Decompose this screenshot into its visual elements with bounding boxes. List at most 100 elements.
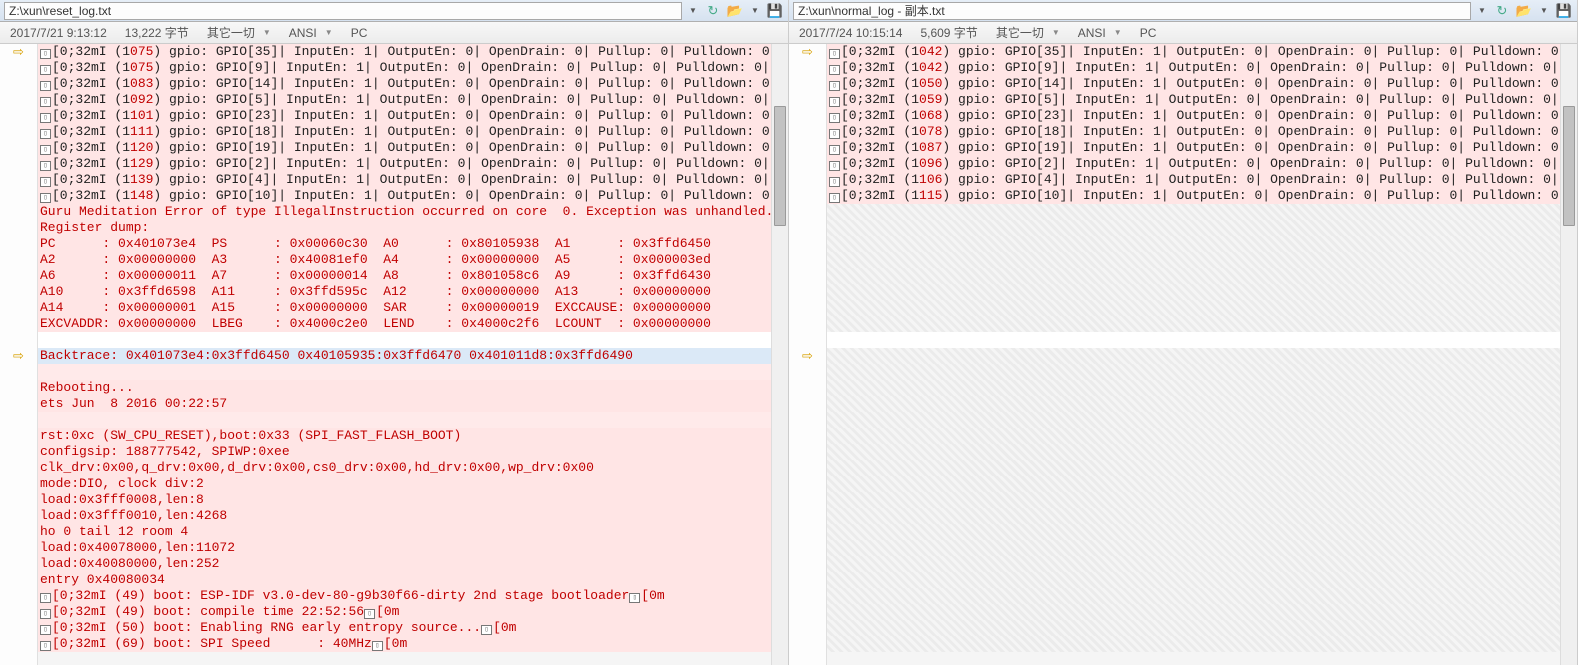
text-line[interactable]: A14 : 0x00000001 A15 : 0x00000000 SAR : … — [38, 300, 771, 316]
refresh-icon[interactable]: ↻ — [1493, 2, 1511, 20]
text-line[interactable] — [827, 396, 1560, 412]
text-line[interactable] — [38, 412, 771, 428]
text-line[interactable] — [827, 428, 1560, 444]
text-line[interactable]: ▯[0;32mI (1111) gpio: GPIO[18]| InputEn:… — [38, 124, 771, 140]
text-line[interactable]: EXCVADDR: 0x00000000 LBEG : 0x4000c2e0 L… — [38, 316, 771, 332]
text-line[interactable]: ets Jun 8 2016 00:22:57 — [38, 396, 771, 412]
text-line[interactable] — [827, 284, 1560, 300]
text-line[interactable]: load:0x40078000,len:11072 — [38, 540, 771, 556]
text-line[interactable]: ▯[0;32mI (1083) gpio: GPIO[14]| InputEn:… — [38, 76, 771, 92]
right-filepath[interactable]: Z:\xun\normal_log - 副本.txt — [793, 2, 1471, 20]
left-text-area[interactable]: ▯[0;32mI (1075) gpio: GPIO[35]| InputEn:… — [38, 44, 771, 665]
text-line[interactable] — [38, 364, 771, 380]
text-line[interactable]: ▯[0;32mI (1148) gpio: GPIO[10]| InputEn:… — [38, 188, 771, 204]
text-line[interactable] — [827, 636, 1560, 652]
chevron-down-icon[interactable]: ▼ — [1052, 28, 1060, 37]
dropdown-icon[interactable]: ▼ — [686, 2, 700, 20]
text-line[interactable] — [827, 460, 1560, 476]
text-line[interactable] — [827, 348, 1560, 364]
text-line[interactable] — [38, 332, 771, 348]
text-line[interactable]: Guru Meditation Error of type IllegalIns… — [38, 204, 771, 220]
text-line[interactable]: configsip: 188777542, SPIWP:0xee — [38, 444, 771, 460]
text-line[interactable] — [827, 556, 1560, 572]
text-line[interactable] — [827, 508, 1560, 524]
text-line[interactable]: ▯[0;32mI (50) boot: Enabling RNG early e… — [38, 620, 771, 636]
text-line[interactable] — [827, 540, 1560, 556]
text-line[interactable] — [827, 220, 1560, 236]
text-line[interactable]: ▯[0;32mI (1101) gpio: GPIO[23]| InputEn:… — [38, 108, 771, 124]
text-line[interactable] — [827, 300, 1560, 316]
text-line[interactable]: ▯[0;32mI (1075) gpio: GPIO[35]| InputEn:… — [38, 44, 771, 60]
text-line[interactable]: ▯[0;32mI (69) boot: SPI Speed : 40MHz▯[0… — [38, 636, 771, 652]
folder-open-icon[interactable]: 📂 — [726, 2, 744, 20]
scrollbar-thumb[interactable] — [1563, 106, 1575, 226]
text-line[interactable]: ▯[0;32mI (1078) gpio: GPIO[18]| InputEn:… — [827, 124, 1560, 140]
text-line[interactable]: A2 : 0x00000000 A3 : 0x40081ef0 A4 : 0x0… — [38, 252, 771, 268]
text-line[interactable] — [827, 364, 1560, 380]
text-line[interactable]: Rebooting... — [38, 380, 771, 396]
left-encoding[interactable]: ANSI — [289, 26, 317, 40]
text-line[interactable]: ▯[0;32mI (1120) gpio: GPIO[19]| InputEn:… — [38, 140, 771, 156]
dropdown-icon[interactable]: ▼ — [1475, 2, 1489, 20]
text-line[interactable]: ▯[0;32mI (49) boot: ESP-IDF v3.0-dev-80-… — [38, 588, 771, 604]
right-text-area[interactable]: ▯[0;32mI (1042) gpio: GPIO[35]| InputEn:… — [827, 44, 1560, 665]
right-menu[interactable]: 其它一切 — [996, 24, 1044, 41]
text-line[interactable] — [827, 236, 1560, 252]
text-line[interactable] — [827, 572, 1560, 588]
text-line[interactable] — [827, 492, 1560, 508]
save-icon[interactable]: 💾 — [1555, 2, 1573, 20]
text-line[interactable] — [827, 316, 1560, 332]
folder-open-icon[interactable]: 📂 — [1515, 2, 1533, 20]
text-line[interactable]: clk_drv:0x00,q_drv:0x00,d_drv:0x00,cs0_d… — [38, 460, 771, 476]
text-line[interactable]: mode:DIO, clock div:2 — [38, 476, 771, 492]
text-line[interactable]: ▯[0;32mI (1106) gpio: GPIO[4]| InputEn: … — [827, 172, 1560, 188]
refresh-icon[interactable]: ↻ — [704, 2, 722, 20]
left-filepath[interactable]: Z:\xun\reset_log.txt — [4, 2, 682, 20]
text-line[interactable]: ▯[0;32mI (1115) gpio: GPIO[10]| InputEn:… — [827, 188, 1560, 204]
text-line[interactable] — [827, 604, 1560, 620]
text-line[interactable]: ▯[0;32mI (1139) gpio: GPIO[4]| InputEn: … — [38, 172, 771, 188]
dropdown-icon[interactable]: ▼ — [748, 2, 762, 20]
text-line[interactable] — [827, 620, 1560, 636]
text-line[interactable]: ▯[0;32mI (1087) gpio: GPIO[19]| InputEn:… — [827, 140, 1560, 156]
text-line[interactable]: PC : 0x401073e4 PS : 0x00060c30 A0 : 0x8… — [38, 236, 771, 252]
text-line[interactable]: A6 : 0x00000011 A7 : 0x00000014 A8 : 0x8… — [38, 268, 771, 284]
text-line[interactable] — [827, 412, 1560, 428]
dropdown-icon[interactable]: ▼ — [1537, 2, 1551, 20]
text-line[interactable] — [827, 476, 1560, 492]
text-line[interactable] — [827, 252, 1560, 268]
text-line[interactable]: ▯[0;32mI (1129) gpio: GPIO[2]| InputEn: … — [38, 156, 771, 172]
text-line[interactable] — [827, 444, 1560, 460]
text-line[interactable] — [827, 204, 1560, 220]
text-line[interactable]: load:0x3fff0010,len:4268 — [38, 508, 771, 524]
text-line[interactable]: ▯[0;32mI (1068) gpio: GPIO[23]| InputEn:… — [827, 108, 1560, 124]
text-line[interactable]: load:0x3fff0008,len:8 — [38, 492, 771, 508]
text-line[interactable] — [827, 268, 1560, 284]
chevron-down-icon[interactable]: ▼ — [263, 28, 271, 37]
text-line[interactable]: ▯[0;32mI (1092) gpio: GPIO[5]| InputEn: … — [38, 92, 771, 108]
chevron-down-icon[interactable]: ▼ — [325, 28, 333, 37]
text-line[interactable]: load:0x40080000,len:252 — [38, 556, 771, 572]
right-scrollbar[interactable] — [1560, 44, 1577, 665]
right-platform[interactable]: PC — [1140, 26, 1157, 40]
scrollbar-thumb[interactable] — [774, 106, 786, 226]
text-line[interactable] — [827, 524, 1560, 540]
text-line[interactable]: ▯[0;32mI (1059) gpio: GPIO[5]| InputEn: … — [827, 92, 1560, 108]
text-line[interactable]: ho 0 tail 12 room 4 — [38, 524, 771, 540]
right-encoding[interactable]: ANSI — [1078, 26, 1106, 40]
text-line[interactable]: entry 0x40080034 — [38, 572, 771, 588]
text-line[interactable]: Backtrace: 0x401073e4:0x3ffd6450 0x40105… — [38, 348, 771, 364]
text-line[interactable]: ▯[0;32mI (1050) gpio: GPIO[14]| InputEn:… — [827, 76, 1560, 92]
text-line[interactable]: ▯[0;32mI (1042) gpio: GPIO[35]| InputEn:… — [827, 44, 1560, 60]
text-line[interactable]: A10 : 0x3ffd6598 A11 : 0x3ffd595c A12 : … — [38, 284, 771, 300]
text-line[interactable]: rst:0xc (SW_CPU_RESET),boot:0x33 (SPI_FA… — [38, 428, 771, 444]
left-platform[interactable]: PC — [351, 26, 368, 40]
text-line[interactable]: ▯[0;32mI (1042) gpio: GPIO[9]| InputEn: … — [827, 60, 1560, 76]
left-menu[interactable]: 其它一切 — [207, 24, 255, 41]
chevron-down-icon[interactable]: ▼ — [1114, 28, 1122, 37]
save-icon[interactable]: 💾 — [766, 2, 784, 20]
left-scrollbar[interactable] — [771, 44, 788, 665]
text-line[interactable] — [827, 588, 1560, 604]
text-line[interactable]: ▯[0;32mI (49) boot: compile time 22:52:5… — [38, 604, 771, 620]
text-line[interactable]: Register dump: — [38, 220, 771, 236]
